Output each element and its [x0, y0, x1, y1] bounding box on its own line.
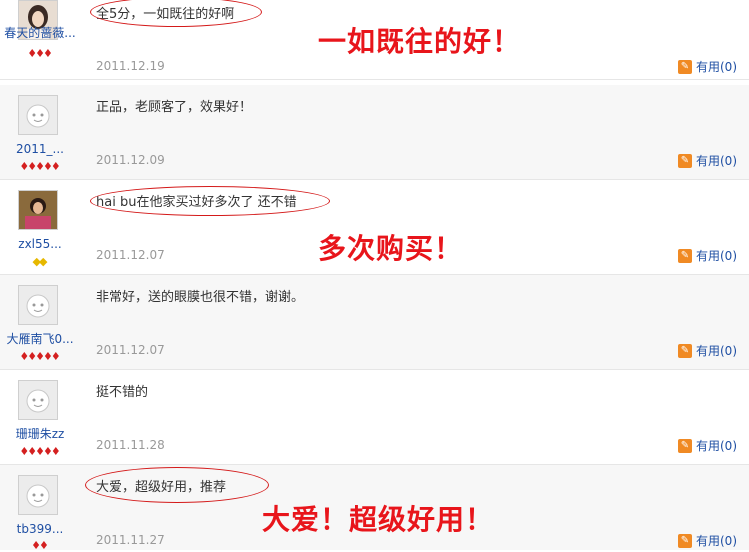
- useful-label: 有用(0): [696, 534, 737, 548]
- gem-icon: ♦: [50, 350, 61, 363]
- review-content: 正品，老顾客了，效果好！: [96, 100, 253, 115]
- useful-button[interactable]: ✎ 有用(0): [678, 58, 737, 75]
- rank-gems: ◆◆: [0, 254, 80, 268]
- username-link[interactable]: 大雁南飞0...: [0, 332, 80, 346]
- useful-label: 有用(0): [696, 60, 737, 74]
- highlight-oval: [85, 467, 269, 503]
- rank-gems: ♦♦♦♦♦: [0, 159, 80, 173]
- thumbs-up-icon: ✎: [678, 248, 692, 263]
- username-link[interactable]: tb399...: [0, 522, 80, 536]
- gem-icon: ♦: [50, 445, 61, 458]
- username-link[interactable]: 2011_...: [0, 142, 80, 156]
- review-date: 2011.11.28: [96, 438, 165, 452]
- review-content: 非常好，送的眼膜也很不错，谢谢。: [96, 290, 305, 305]
- review-content: 挺不错的: [96, 385, 149, 400]
- username-link[interactable]: zxl55...: [0, 237, 80, 251]
- user-avatar-default[interactable]: [18, 380, 58, 420]
- review-row: 珊珊朱zz ♦♦♦♦♦ 挺不错的 2011.11.28 ✎ 有用(0): [0, 370, 749, 465]
- user-avatar-default[interactable]: [18, 95, 58, 135]
- username-link[interactable]: 春天的蔷薇...: [0, 26, 80, 40]
- gem-icon: ♦: [39, 539, 49, 552]
- useful-button[interactable]: ✎ 有用(0): [678, 437, 737, 454]
- user-avatar-default[interactable]: [18, 285, 58, 325]
- username-link[interactable]: 珊珊朱zz: [0, 427, 80, 441]
- annotation-caption: 大爱！超级好用！: [262, 503, 495, 536]
- annotation-caption: 多次购买！: [318, 232, 464, 265]
- useful-button[interactable]: ✎ 有用(0): [678, 152, 737, 169]
- useful-button[interactable]: ✎ 有用(0): [678, 247, 737, 264]
- useful-label: 有用(0): [696, 439, 737, 453]
- user-avatar-photo[interactable]: [18, 190, 58, 230]
- useful-label: 有用(0): [696, 154, 737, 168]
- rank-gems: ♦♦♦♦♦: [0, 444, 80, 458]
- useful-label: 有用(0): [696, 249, 737, 263]
- review-date: 2011.12.07: [96, 248, 165, 262]
- annotation-caption: 一如既往的好！: [318, 25, 522, 58]
- review-list: 春天的蔷薇... ♦♦♦ 全5分，一如既往的好啊 2011.12.19 ✎ 有用…: [0, 0, 749, 552]
- review-date: 2011.12.19: [96, 59, 165, 73]
- review-row: 大雁南飞0... ♦♦♦♦♦ 非常好，送的眼膜也很不错，谢谢。 2011.12.…: [0, 275, 749, 370]
- diamond-icon: ◆: [39, 255, 48, 268]
- useful-label: 有用(0): [696, 344, 737, 358]
- useful-button[interactable]: ✎ 有用(0): [678, 532, 737, 549]
- gem-icon: ♦: [42, 47, 53, 60]
- review-row: 2011_... ♦♦♦♦♦ 正品，老顾客了，效果好！ 2011.12.09 ✎…: [0, 85, 749, 180]
- review-date: 2011.11.27: [96, 533, 165, 547]
- highlight-oval: [90, 186, 330, 216]
- review-date: 2011.12.09: [96, 153, 165, 167]
- thumbs-up-icon: ✎: [678, 533, 692, 548]
- review-date: 2011.12.07: [96, 343, 165, 357]
- thumbs-up-icon: ✎: [678, 59, 692, 74]
- thumbs-up-icon: ✎: [678, 438, 692, 453]
- rank-gems: ♦♦♦♦♦: [0, 349, 80, 363]
- rank-gems: ♦♦♦: [0, 46, 80, 60]
- gem-icon: ♦: [50, 160, 61, 173]
- thumbs-up-icon: ✎: [678, 343, 692, 358]
- useful-button[interactable]: ✎ 有用(0): [678, 342, 737, 359]
- thumbs-up-icon: ✎: [678, 153, 692, 168]
- user-avatar-default[interactable]: [18, 475, 58, 515]
